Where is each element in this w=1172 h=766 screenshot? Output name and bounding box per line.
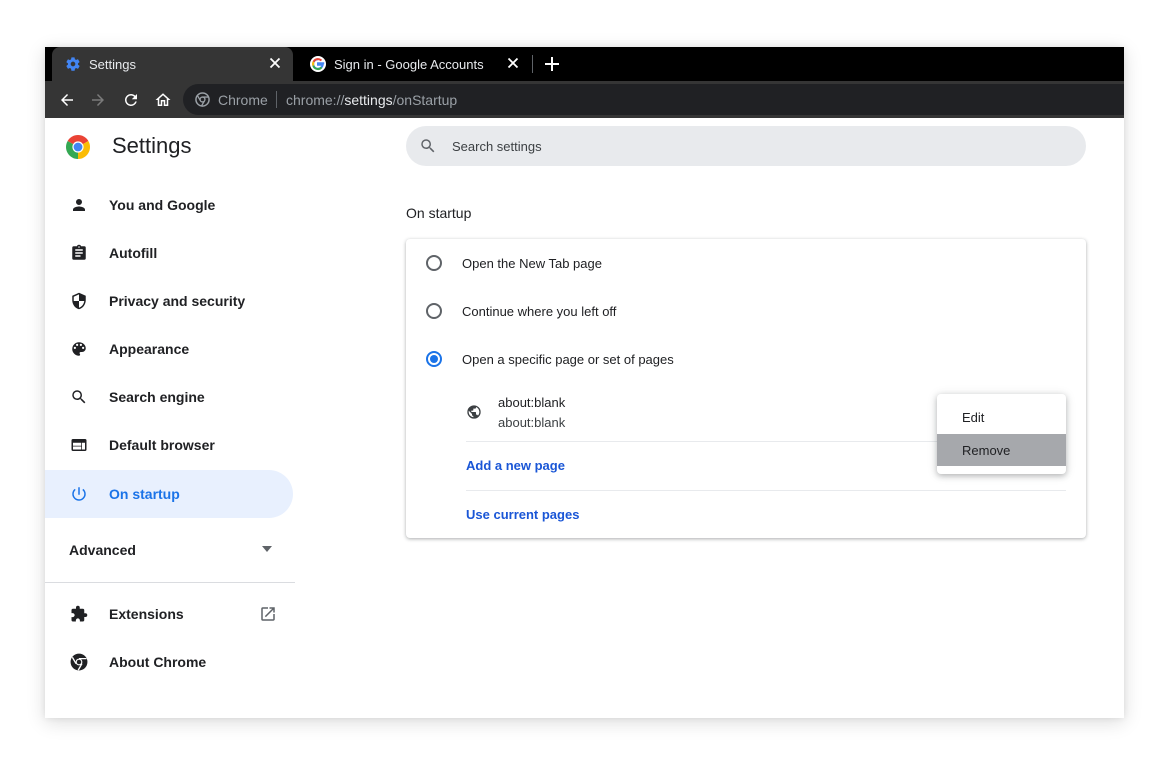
sidebar-item-label: Default browser bbox=[109, 437, 215, 453]
page-title: Settings bbox=[112, 133, 192, 158]
sidebar-item-extensions[interactable]: Extensions bbox=[45, 590, 293, 638]
tab-title: Sign in - Google Accounts bbox=[334, 57, 484, 72]
url-host: settings bbox=[344, 92, 393, 108]
search-placeholder: Search settings bbox=[452, 139, 542, 154]
radio-specific-pages[interactable]: Open a specific page or set of pages bbox=[406, 335, 1086, 383]
menu-item-label: Edit bbox=[962, 410, 985, 425]
arrow-right-icon bbox=[92, 94, 104, 106]
open-in-new-icon[interactable] bbox=[259, 605, 277, 623]
sidebar-item-you-and-google[interactable]: You and Google bbox=[45, 181, 293, 229]
shield-icon bbox=[69, 291, 89, 311]
reload-button[interactable] bbox=[120, 89, 142, 111]
gear-icon bbox=[65, 56, 81, 72]
back-button[interactable] bbox=[56, 89, 78, 111]
radio-continue[interactable]: Continue where you left off bbox=[406, 287, 1086, 335]
sidebar-item-label: On startup bbox=[109, 486, 180, 502]
page-url-text: about:blank bbox=[498, 415, 566, 430]
search-icon bbox=[419, 137, 437, 155]
puzzle-icon bbox=[69, 604, 89, 624]
browser-toolbar: Chrome chrome://settings/onStartup bbox=[45, 81, 1124, 118]
omnibox-chip: Chrome bbox=[218, 92, 268, 108]
sidebar-item-on-startup[interactable]: On startup bbox=[45, 470, 293, 518]
chrome-icon bbox=[69, 652, 89, 672]
menu-item-edit[interactable]: Edit bbox=[937, 401, 1066, 433]
radio-button[interactable] bbox=[426, 303, 442, 319]
chrome-logo-icon bbox=[66, 135, 90, 159]
menu-item-label: Remove bbox=[962, 443, 1011, 458]
arrow-left-icon bbox=[61, 94, 73, 106]
google-g-icon bbox=[310, 56, 326, 72]
person-icon bbox=[69, 195, 89, 215]
section-title: On startup bbox=[406, 205, 472, 221]
use-current-pages-button[interactable]: Use current pages bbox=[466, 507, 579, 522]
globe-icon bbox=[466, 404, 482, 420]
omnibox-separator bbox=[276, 91, 277, 108]
url-text: chrome://settings/onStartup bbox=[286, 92, 457, 108]
divider bbox=[466, 490, 1066, 491]
tab-settings[interactable]: Settings bbox=[52, 47, 293, 81]
sidebar-advanced-toggle[interactable]: Advanced bbox=[45, 529, 293, 569]
close-icon[interactable] bbox=[267, 55, 283, 71]
radio-label: Open the New Tab page bbox=[462, 256, 602, 271]
close-icon[interactable] bbox=[505, 55, 521, 71]
sidebar-item-appearance[interactable]: Appearance bbox=[45, 325, 293, 373]
search-input[interactable]: Search settings bbox=[406, 126, 1086, 166]
sidebar-item-label: Search engine bbox=[109, 389, 205, 405]
address-bar[interactable]: Chrome chrome://settings/onStartup bbox=[183, 84, 1124, 115]
page-title-text: about:blank bbox=[498, 395, 566, 410]
tab-sign-in[interactable]: Sign in - Google Accounts bbox=[297, 47, 531, 81]
home-icon bbox=[155, 93, 171, 106]
menu-item-remove[interactable]: Remove bbox=[937, 434, 1066, 466]
sidebar-item-label: Privacy and security bbox=[109, 293, 246, 309]
sidebar-item-label: Extensions bbox=[109, 606, 184, 622]
sidebar-item-search-engine[interactable]: Search engine bbox=[45, 373, 293, 421]
sidebar-item-label: About Chrome bbox=[109, 654, 207, 670]
sidebar-item-default-browser[interactable]: Default browser bbox=[45, 421, 293, 469]
browser-window-icon bbox=[69, 435, 89, 455]
plus-icon bbox=[545, 57, 559, 71]
browser-window: Settings Sign in - Google Accounts Chrom… bbox=[45, 47, 1124, 718]
sidebar-item-about-chrome[interactable]: About Chrome bbox=[45, 638, 293, 686]
radio-label: Open a specific page or set of pages bbox=[462, 352, 674, 367]
context-menu: Edit Remove bbox=[937, 394, 1066, 474]
forward-button[interactable] bbox=[87, 89, 109, 111]
reload-icon bbox=[124, 93, 137, 106]
url-path: /onStartup bbox=[392, 92, 458, 108]
radio-open-new-tab[interactable]: Open the New Tab page bbox=[406, 239, 1086, 287]
chrome-icon bbox=[195, 92, 210, 107]
tab-title: Settings bbox=[89, 57, 136, 72]
home-button[interactable] bbox=[152, 89, 174, 111]
sidebar-item-label: Appearance bbox=[109, 341, 190, 357]
sidebar-item-label: Autofill bbox=[109, 245, 158, 261]
caret-down-icon bbox=[262, 546, 272, 552]
sidebar-divider bbox=[45, 582, 295, 583]
radio-label: Continue where you left off bbox=[462, 304, 617, 319]
sidebar-item-autofill[interactable]: Autofill bbox=[45, 229, 293, 277]
url-scheme: chrome:// bbox=[286, 92, 345, 108]
startup-options-card: Open the New Tab page Continue where you… bbox=[406, 239, 1086, 538]
new-tab-button[interactable] bbox=[543, 55, 561, 73]
sidebar-item-label: You and Google bbox=[109, 197, 216, 213]
tab-strip: Settings Sign in - Google Accounts bbox=[45, 47, 1124, 81]
add-new-page-button[interactable]: Add a new page bbox=[466, 458, 565, 473]
radio-button[interactable] bbox=[426, 351, 442, 367]
clipboard-icon bbox=[69, 243, 89, 263]
sidebar-item-privacy-and-security[interactable]: Privacy and security bbox=[45, 277, 293, 325]
search-icon bbox=[69, 387, 89, 407]
power-icon bbox=[69, 484, 89, 504]
advanced-label: Advanced bbox=[69, 542, 136, 558]
radio-button[interactable] bbox=[426, 255, 442, 271]
palette-icon bbox=[69, 339, 89, 359]
tab-separator bbox=[532, 55, 533, 73]
